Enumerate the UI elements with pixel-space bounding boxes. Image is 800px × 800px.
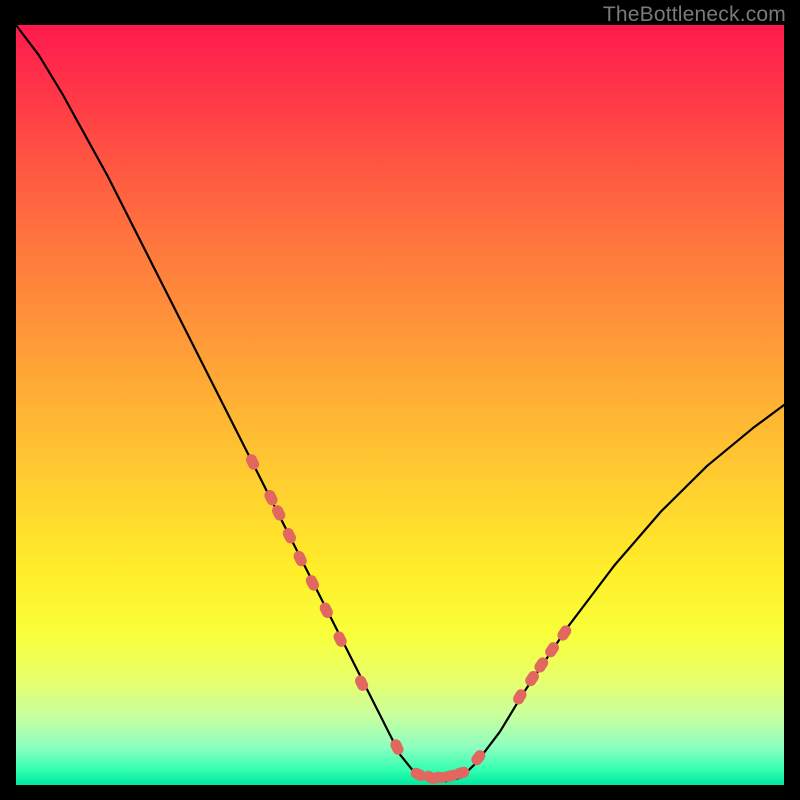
plot-area [16, 25, 784, 785]
highlight-dot [304, 573, 321, 592]
highlight-dot [292, 549, 309, 568]
highlight-dot [244, 452, 261, 471]
bottleneck-curve [16, 25, 784, 781]
highlight-dot [281, 526, 298, 545]
highlight-dot [318, 601, 335, 620]
highlight-dot [388, 737, 405, 756]
highlight-dot [270, 503, 287, 522]
highlight-dot [262, 488, 279, 507]
watermark-text: TheBottleneck.com [603, 3, 786, 27]
highlight-markers [244, 452, 573, 785]
chart-frame: TheBottleneck.com [0, 0, 800, 800]
curve-layer [16, 25, 784, 785]
